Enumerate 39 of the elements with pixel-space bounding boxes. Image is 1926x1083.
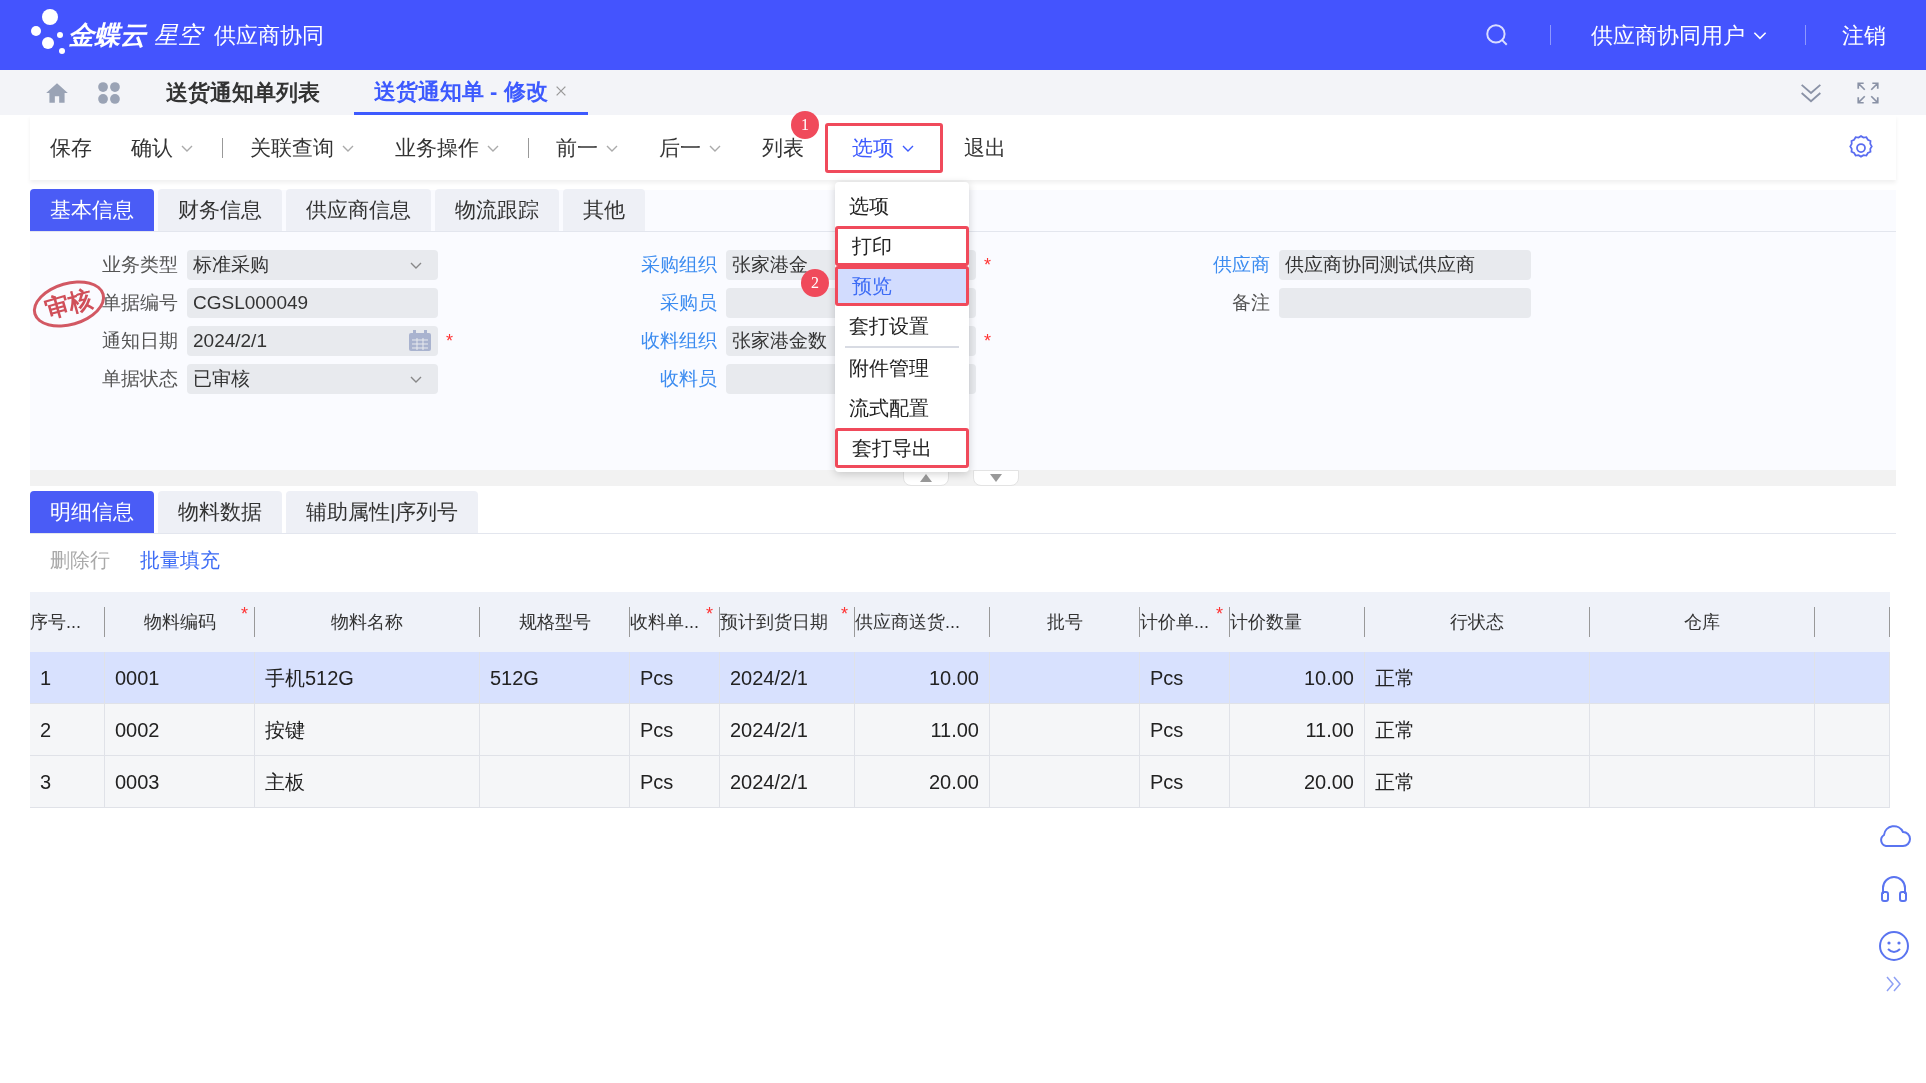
- table-cell-text: 正常: [1375, 665, 1415, 691]
- table-cell-text: 手机512G: [265, 665, 354, 691]
- table-cell-text: 2024/2/1: [730, 717, 808, 743]
- table-cell-text: 2024/2/1: [730, 665, 808, 691]
- table-cell-text: 按键: [265, 717, 305, 743]
- field-label: 备注: [1232, 290, 1270, 315]
- table-cell-text: Pcs: [640, 717, 674, 743]
- table-cell-text: 0003: [115, 769, 160, 795]
- required-mark: *: [1216, 603, 1223, 626]
- table-cell-text: 11.00: [1305, 717, 1354, 743]
- table-cell-text: 10.00: [1303, 665, 1354, 691]
- table-cell-text: 512G: [490, 665, 539, 691]
- required-mark: *: [841, 603, 848, 626]
- table-cell-text: 2: [40, 717, 52, 743]
- table-cell-text: 主板: [265, 769, 305, 795]
- table-cell-text: Pcs: [1150, 717, 1184, 743]
- table-cell-text: Pcs: [640, 769, 674, 795]
- table-cell-text: 2024/2/1: [730, 769, 808, 795]
- table-cell-text: 1: [40, 665, 52, 691]
- table-cell-text: 20.00: [1303, 769, 1354, 795]
- table-cell-text: Pcs: [1150, 769, 1184, 795]
- table-cell-text: 正常: [1375, 769, 1415, 795]
- required-mark: *: [984, 254, 991, 275]
- table-cell-text: 3: [40, 769, 52, 795]
- brand-name: 金蝶云: [68, 18, 146, 52]
- required-mark: *: [241, 603, 248, 626]
- table-cell-text: 10.00: [928, 665, 979, 691]
- required-mark: *: [984, 330, 991, 351]
- module-name: 供应商协同: [214, 21, 324, 50]
- table-cell-text: 正常: [1375, 717, 1415, 743]
- table-cell-text: Pcs: [1150, 665, 1184, 691]
- table-cell-text: Pcs: [640, 665, 674, 691]
- required-mark: *: [446, 330, 453, 351]
- table-cell-text: 0001: [115, 665, 160, 691]
- field-label: 单据状态: [102, 366, 178, 391]
- table-cell-text: 11.00: [930, 717, 979, 743]
- table-cell-text: 0002: [115, 717, 160, 743]
- table-cell-text: 20.00: [928, 769, 979, 795]
- required-mark: *: [706, 603, 713, 626]
